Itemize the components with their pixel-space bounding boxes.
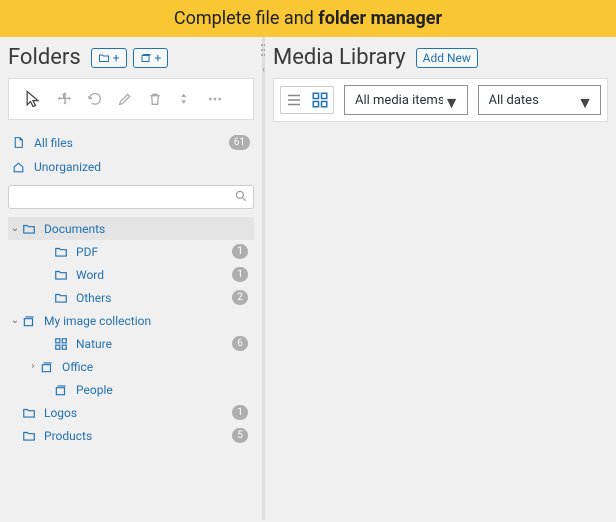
add-new-button[interactable]: Add New (416, 48, 478, 68)
move-icon[interactable] (57, 91, 73, 107)
folder-plus-icon (98, 52, 110, 64)
folder-icon (54, 268, 70, 282)
node-label: Word (76, 268, 104, 282)
node-label: Logos (44, 406, 77, 420)
count-badge: 1 (232, 267, 248, 282)
edit-icon[interactable] (117, 91, 133, 107)
sidebar-header: Folders + + (8, 45, 254, 70)
folder-icon (22, 222, 38, 236)
content-header: Media Library Add New (273, 45, 608, 70)
search-icon (234, 189, 248, 203)
folder-icon (54, 291, 70, 305)
folders-sidebar: Folders + + All files (0, 37, 262, 520)
filter-type: All media items ▼ (344, 85, 468, 115)
filter-date: All dates ▼ (478, 85, 602, 115)
all-files-count: 61 (229, 135, 250, 150)
tree-node[interactable]: PDF 1 (8, 240, 254, 263)
media-toolbar: All media items ▼ All dates ▼ (273, 78, 608, 122)
count-badge: 5 (232, 428, 248, 443)
list-icon (285, 91, 303, 109)
banner-text-bold: folder manager (318, 8, 442, 29)
content-title: Media Library (273, 45, 406, 70)
grid-icon (311, 91, 329, 109)
trash-icon[interactable] (147, 91, 163, 107)
tree-node[interactable]: ⌄ Documents (8, 217, 254, 240)
view-toggle (280, 86, 334, 114)
node-label: Products (44, 429, 92, 443)
sidebar-toolbar (8, 78, 254, 120)
collection-icon (40, 360, 56, 374)
gallery-icon (54, 337, 70, 351)
node-label: Nature (76, 337, 112, 351)
new-collection-button[interactable]: + (133, 48, 169, 68)
tree-node[interactable]: Products 5 (8, 424, 254, 447)
search-input[interactable] (8, 185, 254, 209)
filter-type-select[interactable]: All media items (344, 85, 468, 115)
new-folder-button[interactable]: + (91, 48, 127, 68)
node-label: Documents (44, 222, 105, 236)
unorganized-link[interactable]: Unorganized (8, 155, 254, 179)
count-badge: 2 (232, 290, 248, 305)
node-label: Others (76, 291, 111, 305)
folder-tree: ⌄ Documents PDF 1 Word 1 Others 2 ⌄ My image coll… (8, 217, 254, 447)
chevron-down-icon[interactable]: ⌄ (8, 223, 22, 234)
chevron-right-icon[interactable]: › (26, 361, 40, 372)
tree-node[interactable]: › Office (8, 355, 254, 378)
list-view-button[interactable] (281, 87, 307, 113)
folder-icon (22, 406, 38, 420)
node-label: My image collection (44, 314, 151, 328)
tree-node[interactable]: ⌄ My image collection (8, 309, 254, 332)
cursor-icon (23, 89, 43, 109)
count-badge: 1 (232, 244, 248, 259)
sort-icon[interactable] (177, 91, 193, 107)
banner-text-pre: Complete file and (174, 8, 318, 29)
collection-plus-icon (140, 52, 152, 64)
tree-node[interactable]: Logos 1 (8, 401, 254, 424)
collection-icon (22, 314, 38, 328)
file-icon (12, 136, 26, 149)
sidebar-title: Folders (8, 45, 81, 70)
collection-icon (54, 383, 70, 397)
filter-date-select[interactable]: All dates (478, 85, 602, 115)
tree-node[interactable]: People (8, 378, 254, 401)
folder-icon (22, 429, 38, 443)
tree-node[interactable]: Others 2 (8, 286, 254, 309)
quick-links: All files 61 Unorganized (8, 130, 254, 179)
media-content: Media Library Add New All media items ▼ (265, 37, 616, 520)
home-icon (12, 161, 26, 174)
node-label: Office (62, 360, 93, 374)
all-files-link[interactable]: All files 61 (8, 130, 254, 155)
folder-search (8, 185, 254, 209)
main-layout: Folders + + All files (0, 37, 616, 520)
unorganized-label: Unorganized (34, 160, 101, 174)
count-badge: 1 (232, 405, 248, 420)
chevron-down-icon[interactable]: ⌄ (8, 315, 22, 326)
tree-node[interactable]: Word 1 (8, 263, 254, 286)
grid-view-button[interactable] (307, 87, 333, 113)
all-files-label: All files (34, 136, 73, 150)
folder-icon (54, 245, 70, 259)
tree-node[interactable]: Nature 6 (8, 332, 254, 355)
count-badge: 6 (232, 336, 248, 351)
node-label: PDF (76, 245, 98, 259)
refresh-icon[interactable] (87, 91, 103, 107)
node-label: People (76, 383, 113, 397)
more-icon[interactable] (207, 91, 223, 107)
promo-banner: Complete file and folder manager (0, 0, 616, 37)
